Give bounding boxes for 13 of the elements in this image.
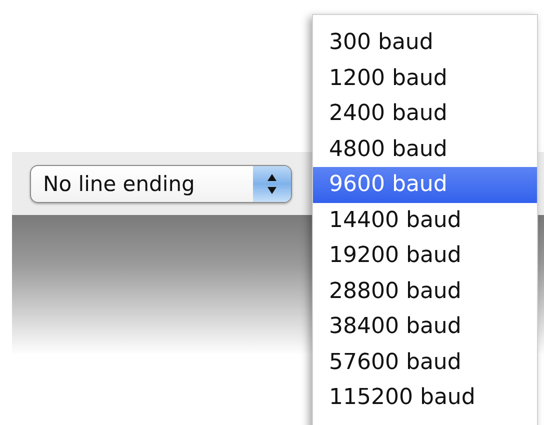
menu-item[interactable]: 1200 baud <box>313 60 537 96</box>
menu-item[interactable]: 115200 baud <box>313 380 537 416</box>
menu-item[interactable]: 28800 baud <box>313 274 537 309</box>
up-down-arrows-icon <box>253 166 291 202</box>
menu-item[interactable]: 4800 baud <box>313 132 537 167</box>
line-ending-select[interactable]: No line ending <box>30 164 292 202</box>
menu-item[interactable]: 57600 baud <box>313 344 537 380</box>
menu-item[interactable]: 300 baud <box>313 25 537 60</box>
menu-item[interactable]: 2400 baud <box>313 96 537 132</box>
menu-item[interactable]: 19200 baud <box>313 238 537 274</box>
menu-item[interactable]: 14400 baud <box>313 202 537 238</box>
menu-item[interactable]: 38400 baud <box>313 309 537 344</box>
menu-item[interactable]: 9600 baud <box>313 167 537 202</box>
